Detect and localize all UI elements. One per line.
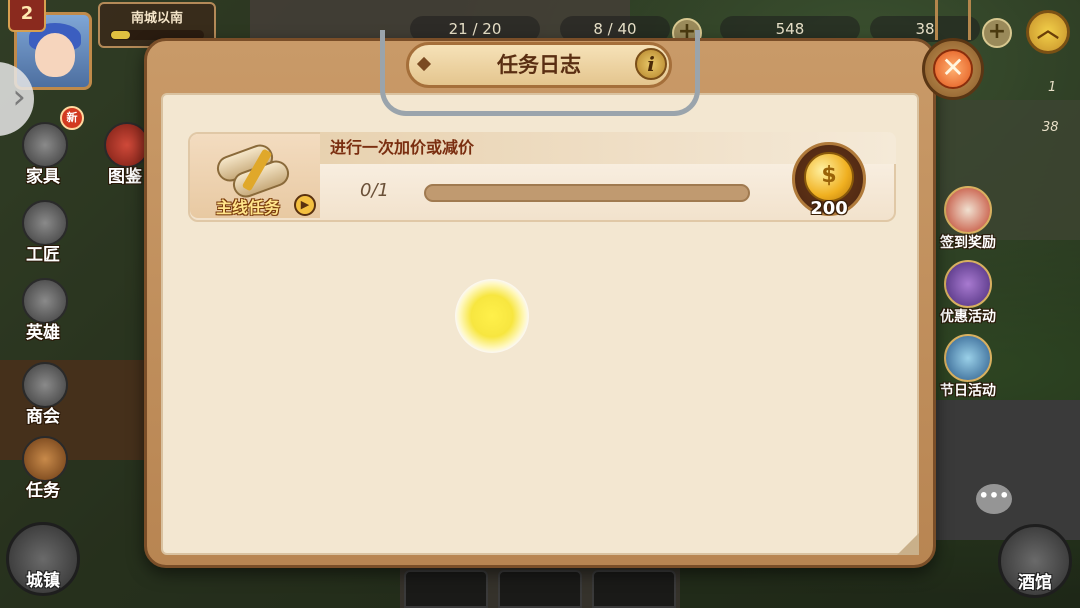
dialog-title-plaque: 任务日志 i — [406, 42, 672, 88]
signin-reward-button[interactable]: 签到奖励 — [930, 186, 1006, 258]
menu-quest-label: 任务 — [26, 481, 60, 501]
info-icon[interactable]: i — [635, 48, 667, 80]
scroll-icon — [213, 140, 293, 202]
menu-guild[interactable]: 商会 — [8, 362, 78, 432]
town-progress-fill — [111, 31, 130, 39]
festival-label: 节日活动 — [940, 383, 996, 399]
menu-quest[interactable]: 任务 — [8, 436, 78, 506]
quest-entry[interactable]: 进行一次加价或减价 主线任务 ▶ 0/1 $ 200 — [188, 132, 896, 222]
play-icon[interactable]: ▶ — [294, 194, 316, 216]
quest-title: 进行一次加价或减价 — [330, 138, 475, 157]
menu-craftsman-label: 工匠 — [26, 245, 60, 265]
bottom-slot-2[interactable] — [498, 570, 582, 608]
town-name: 南城以南 — [130, 11, 183, 26]
menu-craftsman[interactable]: 工匠 — [8, 200, 78, 270]
close-button[interactable]: ✕ — [922, 38, 984, 100]
tavern-button[interactable]: 酒馆 — [998, 524, 1072, 598]
tap-indicator — [455, 279, 529, 353]
bottom-slot-3[interactable] — [592, 570, 676, 608]
bottom-slot-1[interactable] — [404, 570, 488, 608]
dialog-title: 任务日志 — [497, 53, 581, 77]
menu-furniture-label: 家具 — [26, 167, 60, 187]
page-curl-corner — [897, 533, 919, 555]
signin-reward-label: 签到奖励 — [940, 235, 996, 251]
town-button-label: 城镇 — [26, 571, 60, 591]
close-icon: ✕ — [933, 49, 973, 89]
close-rope — [935, 0, 971, 40]
menu-hero-label: 英雄 — [26, 323, 60, 343]
reward-amount: 200 — [810, 198, 848, 219]
town-button[interactable]: 城镇 — [6, 522, 80, 596]
offers-button[interactable]: 优惠活动 — [930, 260, 1006, 332]
new-badge: 新 — [60, 106, 84, 130]
side-count-1: 1 — [1048, 80, 1057, 95]
quest-progress-bar — [424, 184, 750, 202]
chat-icon[interactable]: ••• — [976, 484, 1012, 514]
resource-gold-value: 548 — [775, 20, 805, 38]
tavern-button-label: 酒馆 — [1018, 573, 1052, 593]
avatar-face — [35, 33, 75, 77]
gold-coin-icon: $ — [804, 152, 854, 202]
menu-furniture[interactable]: 家具 — [8, 122, 78, 192]
add-gems-button[interactable]: + — [982, 18, 1012, 48]
offer-chest-icon — [944, 260, 992, 308]
quest-log-dialog — [144, 38, 936, 568]
menu-guild-label: 商会 — [26, 407, 60, 427]
festival-icon — [944, 334, 992, 382]
player-level-badge: 2 — [8, 0, 46, 32]
side-count-2: 38 — [1042, 120, 1059, 135]
resource-gems-value: 38 — [915, 20, 935, 38]
chevron-up-icon[interactable]: ︿ — [1026, 10, 1070, 54]
offers-label: 优惠活动 — [940, 309, 996, 325]
quest-type-panel: 主线任务 ▶ — [190, 134, 320, 218]
signin-reward-icon — [944, 186, 992, 234]
menu-hero[interactable]: 英雄 — [8, 278, 78, 348]
quest-progress-text: 0/1 — [360, 180, 389, 201]
festival-button[interactable]: 节日活动 — [930, 334, 1006, 406]
quest-type-label: 主线任务 — [216, 198, 281, 217]
